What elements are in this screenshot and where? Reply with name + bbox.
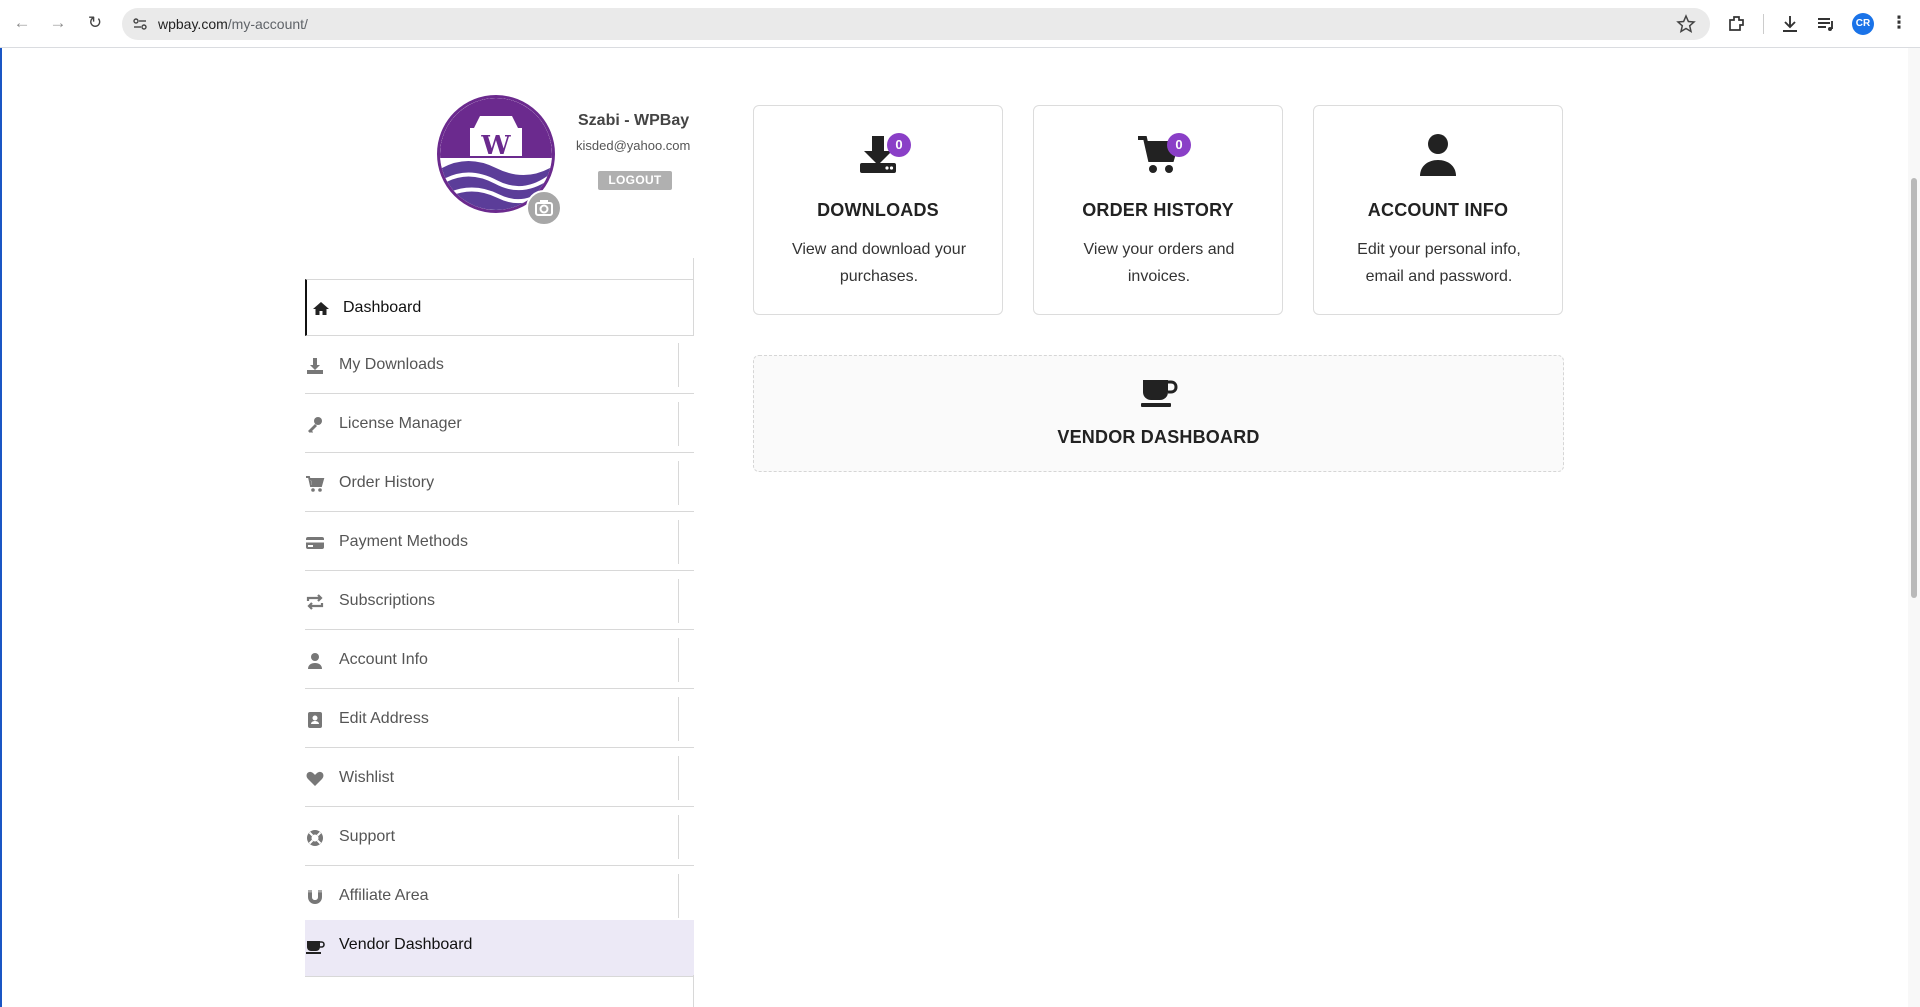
toolbar-divider	[1763, 14, 1764, 34]
menu-divider	[678, 402, 679, 446]
sidebar-item-label: Dashboard	[343, 299, 422, 316]
menu-divider	[678, 638, 679, 682]
order-history-card-title: ORDER HISTORY	[1082, 200, 1234, 220]
menu-divider	[678, 756, 679, 800]
account-info-card-description: Edit your personal info, email and passw…	[1357, 241, 1521, 285]
home-icon	[313, 302, 329, 315]
sidebar-item-label: Subscriptions	[339, 592, 436, 609]
sidebar-item-label: My Downloads	[339, 356, 444, 373]
browser-menu-icon[interactable]: ⋮	[1888, 12, 1910, 34]
cart-icon	[306, 476, 325, 492]
url-text[interactable]: wpbay.com/my-account/	[158, 16, 308, 32]
downloads-count-badge: 0	[887, 133, 911, 157]
order-count-badge: 0	[1167, 133, 1191, 157]
profile-email: kisded@yahoo.com	[576, 138, 691, 153]
sidebar-item-label: License Manager	[339, 415, 462, 432]
sidebar-item-license-manager[interactable]: License Manager	[305, 396, 694, 453]
sidebar-item-payment-methods[interactable]: Payment Methods	[305, 514, 694, 571]
sidebar-item-label: Account Info	[339, 651, 428, 668]
order-history-card-description: View your orders and invoices.	[1083, 241, 1235, 285]
sidebar-item-subscriptions[interactable]: Subscriptions	[305, 573, 694, 630]
back-icon[interactable]: ←	[11, 12, 33, 34]
vendor-dashboard-card-title: VENDOR DASHBOARD	[1057, 427, 1260, 447]
coffee-cup-icon	[1141, 380, 1178, 407]
sidebar-item-label: Wishlist	[339, 769, 395, 786]
account-info-card[interactable]: ACCOUNT INFO Edit your personal info, em…	[1313, 105, 1563, 315]
menu-divider	[678, 520, 679, 564]
logout-button[interactable]: LOGOUT	[598, 171, 672, 190]
heart-icon	[306, 771, 324, 786]
coffee-cup-icon	[306, 941, 325, 954]
sidebar-item-label: Order History	[339, 474, 435, 491]
reload-icon[interactable]: ↻	[84, 12, 106, 34]
camera-icon	[535, 200, 553, 216]
magnet-icon	[308, 890, 322, 904]
account-info-card-title: ACCOUNT INFO	[1367, 200, 1509, 220]
forward-icon[interactable]: →	[47, 12, 69, 34]
menu-divider	[678, 874, 679, 918]
site-info-icon[interactable]	[132, 16, 148, 32]
sidebar-item-label: Support	[339, 828, 396, 845]
sidebar-item-account-info[interactable]: Account Info	[305, 632, 694, 689]
sidebar-item-affiliate-area[interactable]: Affiliate Area	[305, 868, 694, 925]
address-bar[interactable]: wpbay.com/my-account/	[122, 8, 1710, 40]
sidebar-item-label: Edit Address	[339, 710, 429, 727]
sidebar-item-wishlist[interactable]: Wishlist	[305, 750, 694, 807]
browser-profile-avatar[interactable]: CR	[1852, 13, 1874, 35]
menu-divider	[678, 697, 679, 741]
vendor-dashboard-card[interactable]: VENDOR DASHBOARD	[753, 355, 1564, 472]
menu-divider	[693, 975, 694, 1007]
menu-divider	[678, 461, 679, 505]
browser-toolbar: ← → ↻ wpbay.com/my-account/ CR ⋮	[0, 0, 1920, 48]
lifebuoy-icon	[307, 830, 323, 846]
menu-divider	[678, 579, 679, 623]
menu-divider	[678, 815, 679, 859]
url-path: /my-account/	[227, 16, 308, 32]
change-avatar-button[interactable]	[526, 190, 562, 226]
sidebar-item-label: Payment Methods	[339, 533, 468, 550]
sidebar-item-my-downloads[interactable]: My Downloads	[305, 337, 694, 394]
scrollbar-thumb[interactable]	[1911, 178, 1917, 598]
sidebar-item-dashboard[interactable]: Dashboard	[305, 279, 694, 336]
sidebar-item-label: Vendor Dashboard	[339, 936, 473, 953]
sidebar-item-vendor-dashboard[interactable]: Vendor Dashboard	[305, 920, 694, 977]
window-edge	[0, 48, 2, 1007]
key-icon	[308, 417, 322, 433]
user-icon	[308, 653, 322, 669]
user-icon	[1420, 134, 1456, 176]
downloads-toolbar-icon[interactable]	[1779, 13, 1801, 35]
address-book-icon	[308, 712, 322, 728]
order-history-card[interactable]: 0 ORDER HISTORY View your orders and inv…	[1033, 105, 1283, 315]
menu-divider	[678, 343, 679, 387]
bookmark-star-icon[interactable]	[1676, 14, 1696, 34]
url-host: wpbay.com	[158, 16, 228, 32]
profile-name: Szabi - WPBay	[578, 112, 690, 129]
sidebar-item-label: Affiliate Area	[339, 887, 429, 904]
credit-card-icon	[306, 537, 324, 549]
page-scrollbar[interactable]	[1908, 48, 1920, 1007]
extensions-icon[interactable]	[1726, 13, 1748, 35]
downloads-card[interactable]: 0 DOWNLOADS View and download your purch…	[753, 105, 1003, 315]
downloads-card-description: View and download your purchases.	[791, 241, 967, 285]
downloads-card-title: DOWNLOADS	[817, 200, 939, 220]
sidebar-item-order-history[interactable]: Order History	[305, 455, 694, 512]
media-queue-icon[interactable]	[1815, 13, 1837, 35]
sidebar-item-support[interactable]: Support	[305, 809, 694, 866]
sidebar-item-edit-address[interactable]: Edit Address	[305, 691, 694, 748]
repeat-icon	[306, 594, 324, 610]
menu-divider	[693, 258, 694, 280]
download-icon	[307, 358, 323, 374]
svg-text:W: W	[480, 131, 511, 161]
